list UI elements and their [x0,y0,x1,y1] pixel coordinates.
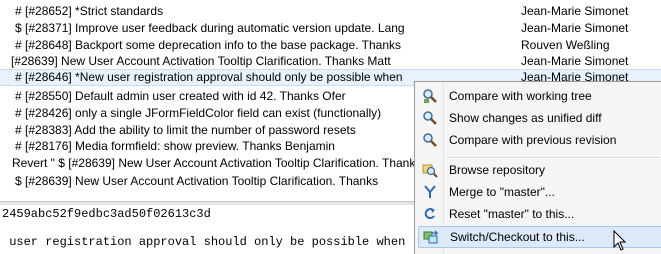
commit-message: # [#28383] Add the ability to limit the … [15,123,356,137]
menu-item-browse-repository[interactable]: Browse repository [418,159,661,181]
menu-item-reset[interactable]: Reset "master" to this... [418,203,661,225]
commit-message: $ [#28639] New User Account Activation T… [15,174,379,188]
commit-message: # [#28176] Media formfield: show preview… [15,139,335,153]
magnifier-diff-icon [422,110,438,126]
menu-item-compare-working-tree[interactable]: Compare with working tree [418,85,661,107]
merge-icon [422,184,438,200]
reset-icon [422,206,438,222]
switch-checkout-icon [423,229,439,245]
log-row[interactable]: $ [#28371] Improve user feedback during … [0,20,661,36]
commit-message: Revert " $ [#28639] New User Account Act… [12,156,414,170]
menu-item-label: Switch/Checkout to this... [450,230,585,244]
magnifier-previous-icon [422,132,438,148]
commit-message-detail: user registration approval should only b… [2,235,406,249]
menu-item-compare-previous[interactable]: Compare with previous revision [418,129,661,151]
log-row[interactable]: [#28639] New User Account Activation Too… [0,53,661,69]
menu-item-label: Reset "master" to this... [449,207,575,221]
commit-message: # [#28648] Backport some deprecation inf… [15,38,402,52]
log-row[interactable]: # [#28652] *Strict standards Jean-Marie … [0,3,661,19]
browse-repository-icon [422,162,438,178]
menu-item-unified-diff[interactable]: Show changes as unified diff [418,107,661,129]
mouse-pointer-icon [613,230,627,251]
commit-hash: 2459abc52f9edbc3ad50f02613c3d [2,207,211,221]
context-menu: Compare with working tree Show changes a… [414,81,661,254]
commit-author: Rouven Weßling [521,38,610,52]
menu-item-label: Compare with previous revision [449,133,617,147]
menu-item-label: Show changes as unified diff [449,111,602,125]
menu-item-label: Compare with working tree [449,89,592,103]
commit-message: # [#28426] only a single JFormFieldColor… [15,106,382,120]
commit-message: [#28639] New User Account Activation Too… [11,54,391,68]
commit-author: Jean-Marie Simonet [521,54,629,68]
commit-message: $ [#28371] Improve user feedback during … [15,21,405,35]
magnifier-compare-icon [422,88,438,104]
log-row[interactable]: # [#28648] Backport some deprecation inf… [0,37,661,53]
menu-item-label: Merge to "master"... [449,185,555,199]
commit-message: # [#28652] *Strict standards [15,4,164,18]
commit-author: Jean-Marie Simonet [521,21,629,35]
menu-item-label: Browse repository [449,163,546,177]
menu-item-merge[interactable]: Merge to "master"... [418,181,661,203]
commit-author: Jean-Marie Simonet [521,4,629,18]
commit-message: # [#28550] Default admin user created wi… [15,89,346,103]
